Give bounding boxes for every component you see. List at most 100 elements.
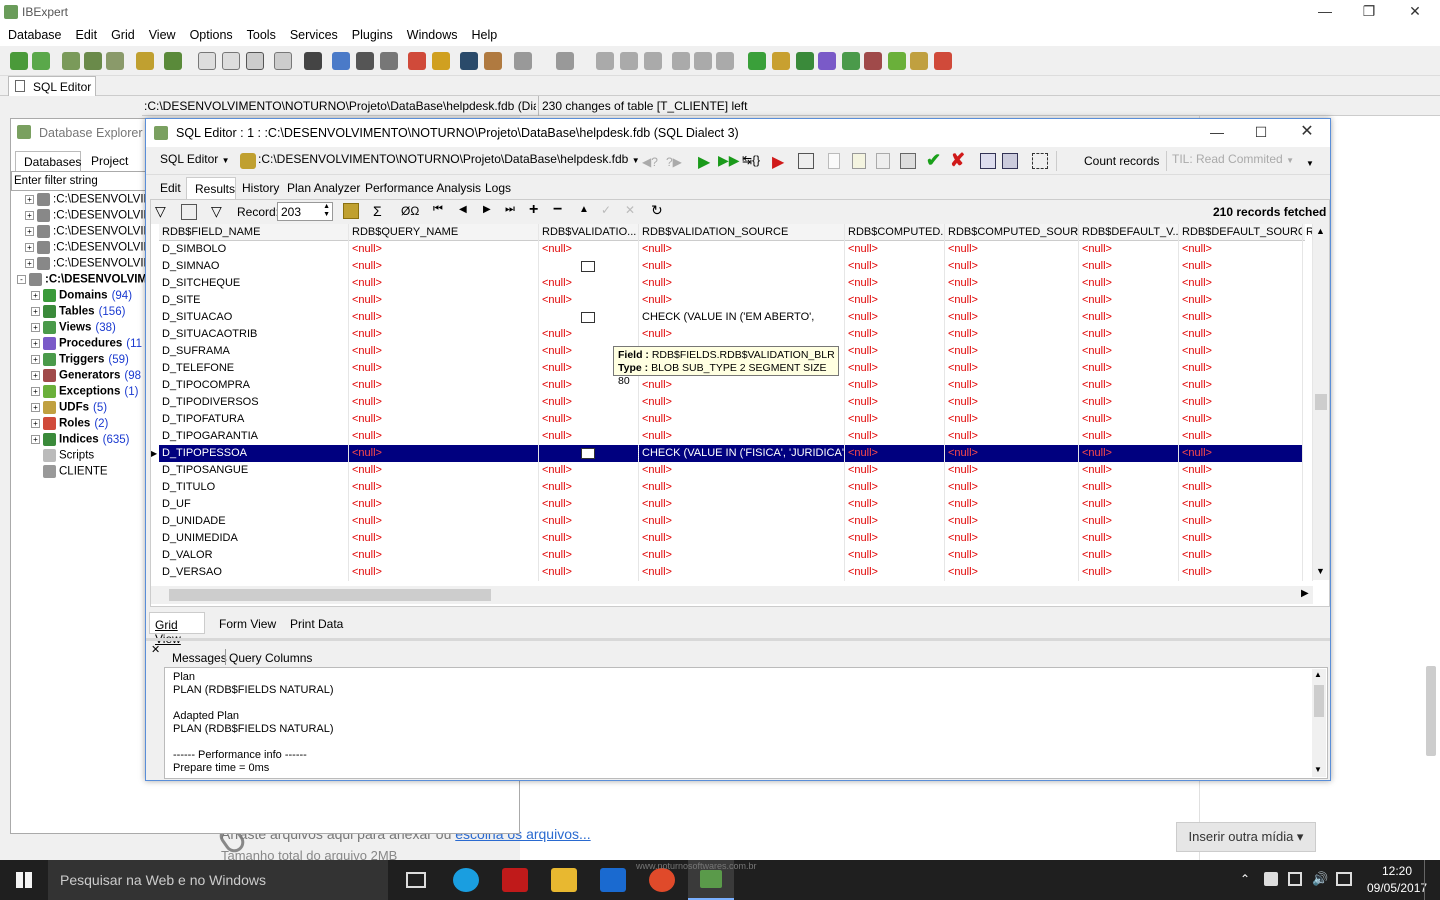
tree-node[interactable]: + Exceptions (1) (31, 385, 138, 401)
menu-grid[interactable]: Grid (104, 24, 142, 42)
task-view-icon[interactable] (406, 872, 426, 888)
tab-history[interactable]: History (242, 181, 279, 195)
table-cell[interactable]: <null> (1079, 479, 1179, 496)
sql-minimize-button[interactable]: — (1194, 121, 1240, 145)
table-cell[interactable]: <null> (1179, 377, 1303, 394)
stop-icon[interactable]: ▶ (772, 152, 784, 172)
sum-icon[interactable]: Σ (373, 203, 382, 219)
edit-icon[interactable] (484, 52, 502, 70)
table-cell[interactable]: <null> (1179, 462, 1303, 479)
show-hidden-icons[interactable]: ⌃ (1240, 872, 1250, 886)
table-cell[interactable]: D_SITE (159, 292, 349, 309)
expand-icon[interactable]: + (25, 259, 34, 268)
table-row[interactable]: D_UNIDADE <null> <null> <null> <null> <null> <… (151, 513, 1313, 530)
expand-icon[interactable]: + (31, 387, 40, 396)
table-cell[interactable]: <null> (1079, 530, 1179, 547)
table-cell[interactable] (1303, 343, 1313, 360)
tab-project[interactable]: Project (85, 151, 145, 171)
cancel-edit-icon[interactable]: ✕ (625, 203, 635, 217)
volume-icon[interactable]: 🔊 (1312, 871, 1328, 887)
table-cell[interactable]: <null> (1179, 343, 1303, 360)
table-cell[interactable]: <null> (349, 411, 539, 428)
column-header[interactable]: RDB$COMPUTED_SOURCE (945, 224, 1079, 241)
first-record-icon[interactable]: ⏮ (433, 203, 443, 216)
table-cell[interactable] (1303, 530, 1313, 547)
scroll-down-icon[interactable]: ▼ (1316, 566, 1325, 576)
table-cell[interactable]: <null> (349, 547, 539, 564)
table-cell[interactable]: <null> (1179, 309, 1303, 326)
table-cell[interactable]: <null> (945, 309, 1079, 326)
close-button[interactable]: ✕ (1392, 0, 1438, 24)
column-header[interactable]: RDB$VALIDATION_SOURCE (639, 224, 845, 241)
table-cell[interactable]: <null> (639, 547, 845, 564)
table-row[interactable]: D_SITE <null> <null> <null> <null> <null> <nul… (151, 292, 1313, 309)
edit-record-icon[interactable]: ▲ (579, 204, 589, 215)
web-scrollbar-thumb[interactable] (1426, 666, 1436, 756)
grid-settings-icon[interactable] (1002, 153, 1018, 169)
table-row[interactable]: D_TIPOFATURA <null> <null> <null> <null> <nul… (151, 411, 1313, 428)
script-icon[interactable] (274, 52, 292, 70)
table-cell[interactable]: <null> (539, 547, 639, 564)
table-cell[interactable]: <null> (539, 496, 639, 513)
close-messages-icon[interactable]: ✕ (151, 643, 160, 656)
expand-icon[interactable]: + (25, 211, 34, 220)
expand-icon[interactable]: + (31, 291, 40, 300)
table-cell[interactable]: <null> (639, 530, 845, 547)
column-header[interactable]: RDB$VALIDATIO... (539, 224, 639, 241)
table-cell[interactable]: <null> (845, 394, 945, 411)
delete-record-icon[interactable]: − (553, 201, 562, 219)
table-cell[interactable]: <null> (539, 513, 639, 530)
count-records-button[interactable]: Count records (1084, 154, 1159, 168)
table-cell[interactable]: <null> (349, 360, 539, 377)
table-cell[interactable] (1303, 547, 1313, 564)
table-row[interactable]: D_SIMBOLO <null> <null> <null> <null> <null> <… (151, 241, 1313, 258)
table-cell[interactable]: <null> (845, 547, 945, 564)
table-cell[interactable]: <null> (1179, 275, 1303, 292)
tree-icon[interactable] (796, 52, 814, 70)
table-cell[interactable] (1303, 428, 1313, 445)
table-cell[interactable]: <null> (1179, 513, 1303, 530)
table-cell[interactable]: <null> (945, 564, 1079, 581)
tab-messages[interactable]: Messages (172, 651, 227, 665)
menu-database[interactable]: Database (0, 24, 69, 42)
minimize-button[interactable]: — (1302, 0, 1348, 24)
table-cell[interactable]: <null> (1179, 564, 1303, 581)
table-cell[interactable]: D_VALOR (159, 547, 349, 564)
tab-logs[interactable]: Logs (485, 181, 511, 195)
table-cell[interactable]: <null> (1179, 360, 1303, 377)
tab-form-view[interactable]: Form View (219, 617, 276, 631)
table-cell[interactable]: <null> (845, 445, 945, 462)
table-cell[interactable]: <null> (1179, 394, 1303, 411)
table-cell[interactable]: <null> (945, 241, 1079, 258)
tree-node[interactable]: + Indices (635) (31, 433, 130, 449)
table-cell[interactable] (539, 445, 639, 462)
menu-help[interactable]: Help (465, 24, 505, 42)
table-cell[interactable]: <null> (349, 394, 539, 411)
windows-start-icon[interactable] (16, 872, 32, 888)
tab-query-columns[interactable]: Query Columns (229, 651, 312, 665)
clock-time[interactable]: 12:20 (1382, 864, 1412, 878)
table-cell[interactable] (539, 309, 639, 326)
blob-icon[interactable] (581, 312, 595, 323)
table-cell[interactable]: <null> (539, 479, 639, 496)
grid-hscrollbar[interactable]: ▶ (151, 586, 1313, 604)
tab-sql-editor[interactable]: SQL Editor (8, 76, 96, 96)
copy-doc-icon[interactable] (246, 52, 264, 70)
unicode-icon[interactable]: ØΩ (401, 204, 419, 218)
menu-tools[interactable]: Tools (240, 24, 283, 42)
table-cell[interactable] (1303, 394, 1313, 411)
users-icon[interactable] (332, 52, 350, 70)
print-icon[interactable] (304, 52, 322, 70)
table-cell[interactable]: <null> (1079, 411, 1179, 428)
file-explorer-icon[interactable] (551, 868, 577, 892)
tree-node[interactable]: +:C:\DESENVOLVIMEN (25, 257, 147, 273)
tab-databases[interactable]: Databases (15, 151, 81, 171)
table-cell[interactable]: <null> (1079, 428, 1179, 445)
dropbox-icon[interactable] (1264, 872, 1278, 886)
expand-icon[interactable]: + (31, 355, 40, 364)
table-cell[interactable] (1303, 377, 1313, 394)
copy-sql-icon[interactable] (900, 153, 916, 169)
tab-plan-analyzer[interactable]: Plan Analyzer (287, 181, 360, 195)
table-row[interactable]: D_UF <null> <null> <null> <null> <null> <null>… (151, 496, 1313, 513)
folder-drop-icon[interactable] (514, 52, 532, 70)
